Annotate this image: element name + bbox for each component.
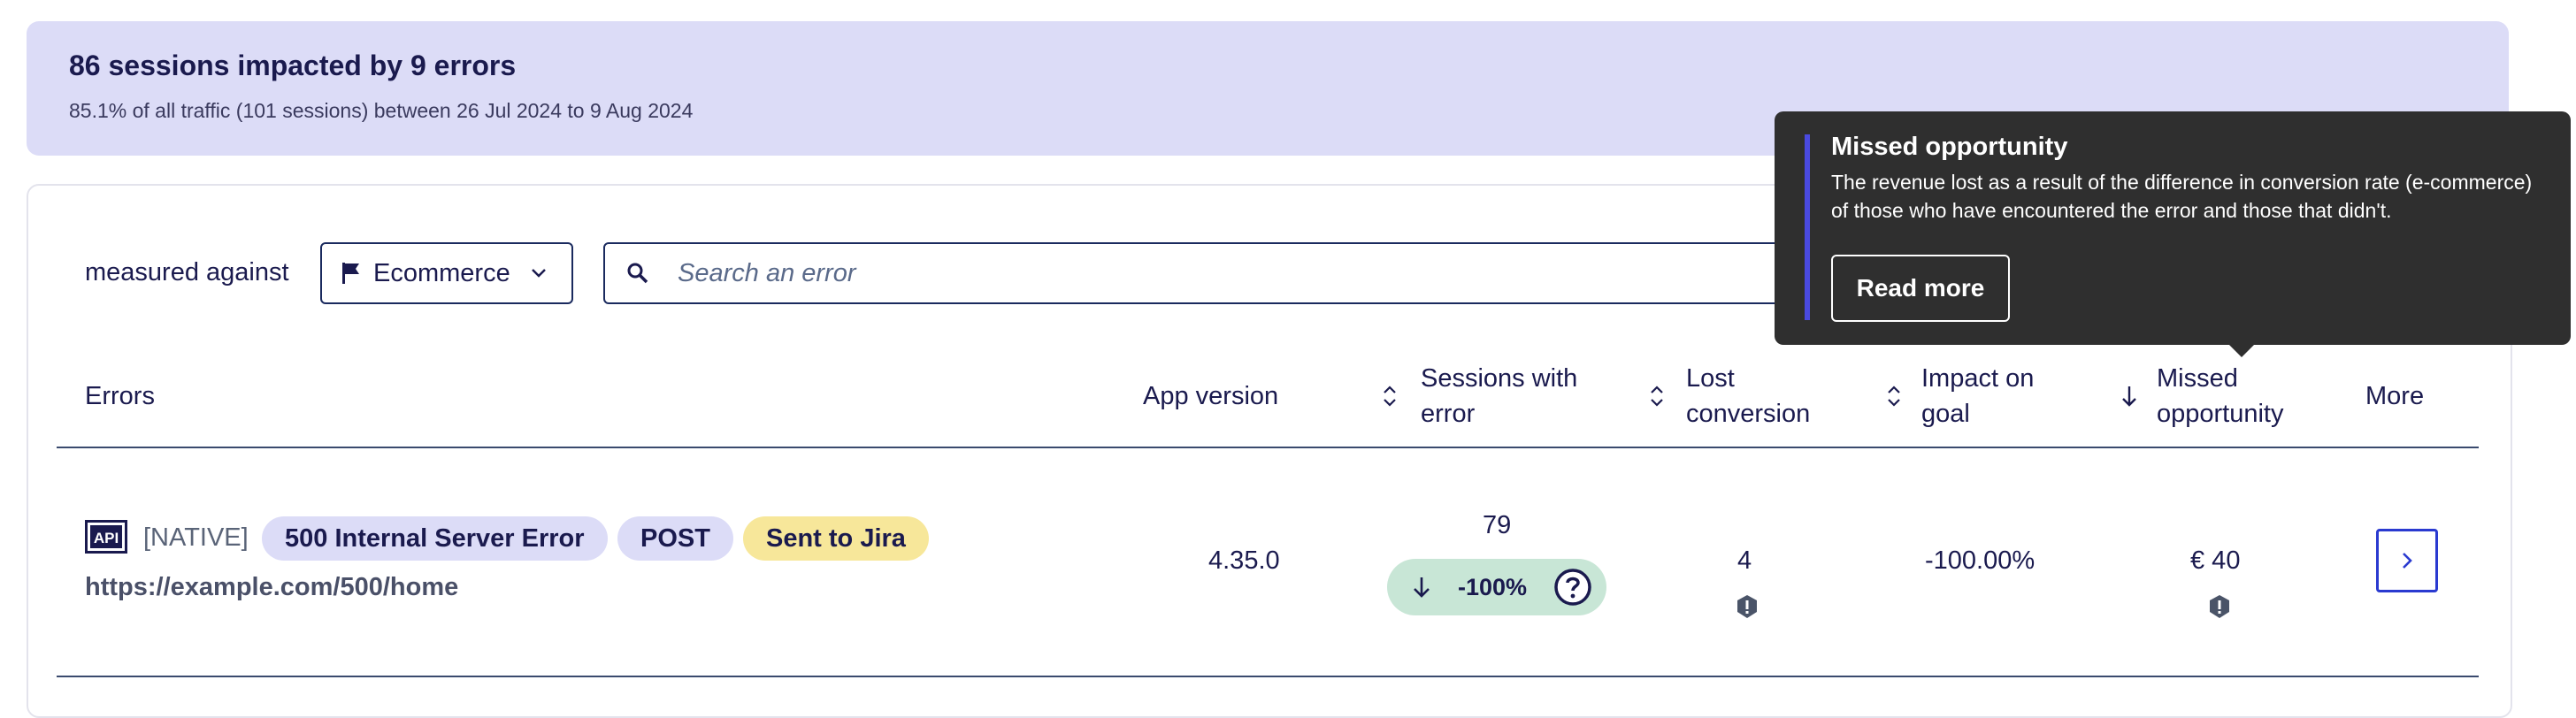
sessions-value: 79	[1483, 511, 1512, 539]
impact-on-goal-value: -100.00%	[1925, 546, 2036, 575]
search-icon	[627, 263, 648, 284]
goal-select[interactable]: Ecommerce	[320, 242, 573, 304]
sessions-trend-value: -100%	[1458, 573, 1528, 600]
sort-icon[interactable]	[1382, 384, 1398, 409]
tooltip-body: The revenue lost as a result of the diff…	[1831, 171, 2533, 222]
header-divider	[57, 447, 2479, 448]
row-details-button[interactable]	[2376, 529, 2438, 592]
search-input[interactable]	[676, 257, 1741, 289]
tooltip-pointer	[2227, 343, 2256, 357]
header-sessions[interactable]: Sessions with error	[1421, 361, 1577, 432]
header-lost-conversion[interactable]: Lost conversion	[1686, 361, 1810, 432]
error-url[interactable]: https://example.com/500/home	[85, 573, 458, 602]
tooltip-accent-bar	[1805, 134, 1810, 320]
sessions-trend-badge: -100%	[1387, 559, 1606, 615]
header-more: More	[2365, 382, 2425, 410]
goal-select-value: Ecommerce	[373, 258, 510, 287]
flag-icon	[342, 263, 359, 284]
summary-subtitle: 85.1% of all traffic (101 sessions) betw…	[69, 99, 694, 122]
sort-icon[interactable]	[1649, 384, 1665, 409]
header-errors: Errors	[85, 382, 155, 410]
sort-icon[interactable]	[1886, 384, 1902, 409]
warning-shield-icon	[2210, 595, 2229, 618]
status-badge: Sent to Jira	[743, 516, 929, 561]
tooltip-title: Missed opportunity	[1831, 133, 2068, 161]
header-app-version: App version	[1143, 382, 1279, 410]
method-chip: POST	[617, 516, 733, 561]
error-name-chip: 500 Internal Server Error	[262, 516, 608, 561]
help-icon[interactable]	[1553, 568, 1592, 607]
chevron-right-icon	[2403, 553, 2412, 569]
lost-conversion-value: 4	[1737, 546, 1752, 575]
api-icon: API	[85, 520, 127, 554]
measured-against-label: measured against	[85, 258, 289, 286]
warning-shield-icon	[1737, 595, 1757, 618]
header-impact-on-goal[interactable]: Impact on goal	[1921, 361, 2034, 432]
read-more-button[interactable]: Read more	[1831, 255, 2010, 322]
error-type: [NATIVE]	[143, 523, 249, 552]
app-version-value: 4.35.0	[1208, 546, 1280, 575]
arrow-down-icon[interactable]	[2121, 384, 2137, 409]
chevron-down-icon	[531, 269, 546, 278]
header-missed-opportunity[interactable]: Missed opportunity	[2157, 361, 2284, 432]
row-divider	[57, 676, 2479, 677]
svg-text:API: API	[94, 530, 119, 546]
arrow-down-icon	[1414, 577, 1430, 598]
summary-title: 86 sessions impacted by 9 errors	[69, 50, 517, 81]
missed-opportunity-value: € 40	[2190, 546, 2241, 575]
